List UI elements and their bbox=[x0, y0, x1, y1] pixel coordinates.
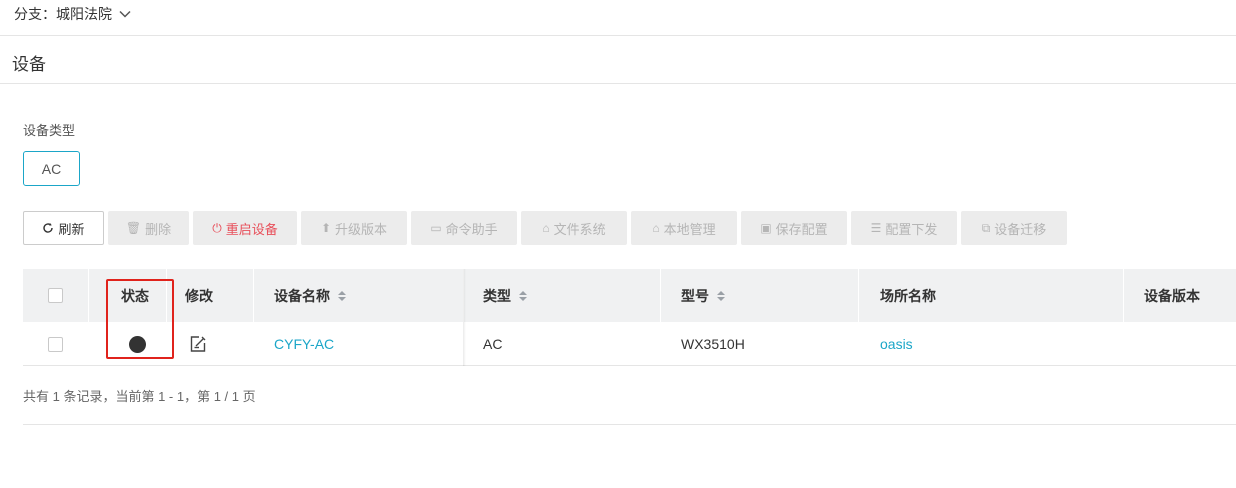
row-checkbox[interactable] bbox=[48, 336, 63, 352]
migrate-device-button[interactable]: ⧉ 设备迁移 bbox=[961, 211, 1067, 245]
local-management-button[interactable]: ⌂ 本地管理 bbox=[631, 211, 737, 245]
save-config-button[interactable]: ▣ 保存配置 bbox=[741, 211, 847, 245]
device-table: 状态 修改 设备名称 类型 型号 场所名称 设备版本 CYFY-AC AC WX… bbox=[23, 269, 1236, 366]
refresh-icon bbox=[43, 223, 54, 233]
home-icon: ⌂ bbox=[652, 221, 660, 235]
trash-icon: 🗑 bbox=[125, 221, 142, 235]
branch-name: 城阳法院 bbox=[56, 6, 112, 22]
file-system-label: 文件系统 bbox=[553, 221, 606, 237]
table-header: 状态 修改 设备名称 类型 型号 场所名称 设备版本 bbox=[23, 269, 1236, 322]
page-header: 设备 bbox=[0, 36, 1236, 84]
sort-icon bbox=[519, 290, 527, 301]
file-system-button[interactable]: ⌂ 文件系统 bbox=[521, 211, 627, 245]
upgrade-label: 升级版本 bbox=[335, 221, 388, 237]
pagination-summary: 共有 1 条记录，当前第 1 - 1，第 1 / 1 页 bbox=[23, 389, 256, 404]
device-type-label: 设备类型 bbox=[23, 123, 76, 138]
reboot-device-button[interactable]: ⏻ 重启设备 bbox=[193, 211, 297, 245]
device-type-cell: AC bbox=[483, 336, 503, 352]
toolbar: 刷新 🗑 删除 ⏻ 重启设备 ⬆ 升级版本 ▭ 命令助手 ⌂ 文件系统 ⌂ 本地… bbox=[23, 211, 1067, 245]
branch-selector[interactable]: 分支：城阳法院 bbox=[14, 4, 132, 24]
site-name-link[interactable]: oasis bbox=[880, 322, 913, 366]
deploy-config-button[interactable]: ☰ 配置下发 bbox=[851, 211, 957, 245]
divider bbox=[23, 424, 1236, 425]
command-helper-label: 命令助手 bbox=[445, 221, 498, 237]
delete-button[interactable]: 🗑 删除 bbox=[108, 211, 189, 245]
header-site-name: 场所名称 bbox=[880, 287, 936, 304]
sliders-icon: ☰ bbox=[870, 221, 882, 235]
save-icon: ▣ bbox=[760, 221, 772, 235]
header-device-name[interactable]: 设备名称 bbox=[274, 269, 346, 322]
select-all-checkbox[interactable] bbox=[48, 288, 63, 303]
terminal-icon: ▭ bbox=[430, 221, 442, 235]
edit-cell bbox=[188, 322, 208, 366]
header-model-label: 型号 bbox=[681, 287, 709, 304]
row-select-cell bbox=[48, 322, 63, 366]
upgrade-version-button[interactable]: ⬆ 升级版本 bbox=[301, 211, 407, 245]
refresh-button[interactable]: 刷新 bbox=[23, 211, 104, 245]
folder-icon: ⌂ bbox=[542, 221, 550, 235]
device-model-cell: WX3510H bbox=[681, 336, 745, 352]
chevron-down-icon bbox=[119, 10, 131, 18]
device-type-chip-ac[interactable]: AC bbox=[23, 151, 80, 186]
table-row: CYFY-AC AC WX3510H oasis bbox=[23, 322, 1236, 366]
header-type-label: 类型 bbox=[483, 287, 511, 304]
header-device-version: 设备版本 bbox=[1144, 287, 1200, 304]
reboot-label: 重启设备 bbox=[225, 221, 278, 237]
upgrade-icon: ⬆ bbox=[320, 221, 332, 235]
status-highlight-box bbox=[106, 279, 174, 359]
command-helper-button[interactable]: ▭ 命令助手 bbox=[411, 211, 517, 245]
branch-prefix: 分支： bbox=[14, 6, 56, 22]
frozen-column-shadow bbox=[463, 269, 466, 366]
refresh-label: 刷新 bbox=[58, 221, 85, 237]
select-all-cell bbox=[48, 269, 63, 322]
migrate-device-label: 设备迁移 bbox=[994, 221, 1047, 237]
power-icon: ⏻ bbox=[212, 220, 222, 235]
device-name-link[interactable]: CYFY-AC bbox=[274, 322, 334, 366]
header-type[interactable]: 类型 bbox=[483, 269, 527, 322]
header-model[interactable]: 型号 bbox=[681, 269, 725, 322]
sort-icon bbox=[717, 290, 725, 301]
delete-label: 删除 bbox=[145, 221, 172, 237]
deploy-config-label: 配置下发 bbox=[885, 221, 938, 237]
branch-bar: 分支：城阳法院 bbox=[0, 0, 1236, 36]
sort-icon bbox=[338, 290, 346, 301]
header-edit: 修改 bbox=[185, 287, 213, 304]
header-device-name-label: 设备名称 bbox=[274, 287, 330, 304]
save-config-label: 保存配置 bbox=[775, 221, 828, 237]
page-title: 设备 bbox=[12, 55, 46, 74]
local-management-label: 本地管理 bbox=[663, 221, 716, 237]
migrate-icon: ⧉ bbox=[981, 220, 991, 235]
edit-icon[interactable] bbox=[188, 334, 208, 354]
